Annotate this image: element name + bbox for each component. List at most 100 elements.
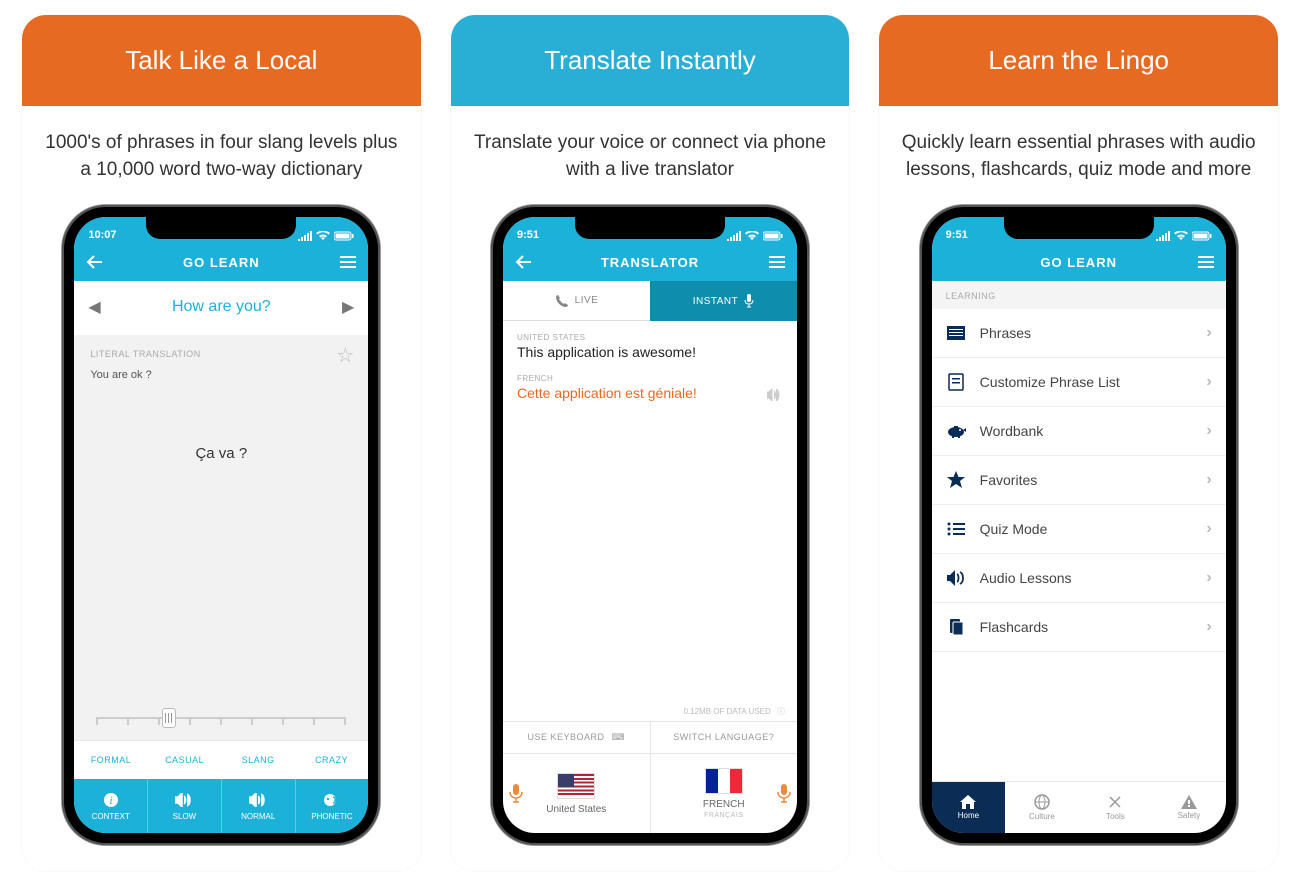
slang-tab-crazy[interactable]: CRAZY xyxy=(295,741,369,779)
slang-tab-slang[interactable]: SLANG xyxy=(221,741,295,779)
keyboard-icon: ⌨ xyxy=(612,732,626,742)
battery-icon xyxy=(1192,231,1212,241)
card-title: Translate Instantly xyxy=(451,15,850,106)
menu-icon[interactable] xyxy=(1198,256,1214,268)
next-phrase-icon[interactable]: ▶ xyxy=(338,297,358,317)
menu-favorites[interactable]: Favorites › xyxy=(932,456,1226,505)
star-icon xyxy=(946,471,966,489)
use-keyboard-button[interactable]: USE KEYBOARD ⌨ xyxy=(503,722,651,753)
piggybank-icon xyxy=(946,423,966,439)
current-phrase: How are you? xyxy=(172,298,271,316)
chevron-right-icon: › xyxy=(1206,471,1211,489)
menu-quiz[interactable]: Quiz Mode › xyxy=(932,505,1226,554)
source-lang-label: UNITED STATES xyxy=(517,333,783,342)
tab-home[interactable]: Home xyxy=(932,782,1006,833)
globe-icon xyxy=(1034,794,1050,810)
navbar-title: GO LEARN xyxy=(183,255,260,270)
warning-icon xyxy=(1181,795,1197,809)
status-time: 9:51 xyxy=(946,229,968,241)
battery-icon xyxy=(763,231,783,241)
normal-button[interactable]: NORMAL xyxy=(222,779,296,833)
lang-subname: FRANÇAIS xyxy=(704,812,743,819)
literal-text: You are ok ? xyxy=(90,369,352,381)
wifi-icon xyxy=(316,231,330,241)
info-icon[interactable]: ⓘ xyxy=(777,707,785,716)
play-audio-icon[interactable] xyxy=(767,389,781,401)
translator-tabs: LIVE INSTANT xyxy=(503,281,797,321)
tools-icon xyxy=(1107,794,1123,810)
target-text: Cette application est géniale! xyxy=(517,385,783,401)
mic-icon[interactable] xyxy=(509,784,523,804)
lang-us[interactable]: United States xyxy=(503,754,650,833)
translation-panel: ☆ LITERAL TRANSLATION You are ok ? Ça va… xyxy=(74,335,368,740)
menu-label: Favorites xyxy=(980,472,1193,488)
menu-icon[interactable] xyxy=(769,256,785,268)
phone-icon xyxy=(555,294,569,308)
literal-label: LITERAL TRANSLATION xyxy=(90,349,352,359)
phonetic-icon xyxy=(323,791,341,809)
menu-label: Phrases xyxy=(980,325,1193,341)
svg-text:i: i xyxy=(109,795,112,807)
quiz-icon xyxy=(946,522,966,536)
back-icon[interactable] xyxy=(86,255,102,269)
menu-label: Audio Lessons xyxy=(980,570,1193,586)
back-icon[interactable] xyxy=(515,255,531,269)
chevron-right-icon: › xyxy=(1206,422,1211,440)
promo-card-1: Talk Like a Local 1000's of phrases in f… xyxy=(22,15,421,871)
favorite-icon[interactable]: ☆ xyxy=(336,343,354,368)
lang-name: FRENCH xyxy=(703,799,745,810)
tab-culture[interactable]: Culture xyxy=(1005,782,1079,833)
audio-icon xyxy=(946,570,966,586)
navbar-title: TRANSLATOR xyxy=(601,255,699,270)
chevron-right-icon: › xyxy=(1206,569,1211,587)
tab-live[interactable]: LIVE xyxy=(503,281,650,321)
flashcard-icon xyxy=(946,618,966,636)
translated-phrase: Ça va ? xyxy=(90,445,352,462)
translation-body: UNITED STATES This application is awesom… xyxy=(503,321,797,702)
menu-label: Wordbank xyxy=(980,423,1193,439)
navbar-title: GO LEARN xyxy=(1040,255,1117,270)
tab-tools[interactable]: Tools xyxy=(1079,782,1153,833)
app-navbar: GO LEARN xyxy=(932,243,1226,281)
promo-card-2: Translate Instantly Translate your voice… xyxy=(451,15,850,871)
slang-tab-formal[interactable]: FORMAL xyxy=(74,741,148,779)
menu-customize[interactable]: Customize Phrase List › xyxy=(932,358,1226,407)
prev-phrase-icon[interactable]: ◀ xyxy=(84,297,104,317)
speed-slider[interactable] xyxy=(90,706,352,730)
flag-fr-icon xyxy=(705,768,743,794)
speaker-icon xyxy=(249,791,267,809)
app-navbar: GO LEARN xyxy=(74,243,368,281)
menu-audio[interactable]: Audio Lessons › xyxy=(932,554,1226,603)
lang-name: United States xyxy=(546,804,606,815)
status-time: 10:07 xyxy=(88,229,116,241)
context-button[interactable]: i CONTEXT xyxy=(74,779,148,833)
mic-icon[interactable] xyxy=(777,784,791,804)
menu-icon[interactable] xyxy=(340,256,356,268)
tab-safety[interactable]: Safety xyxy=(1152,782,1226,833)
flag-us-icon xyxy=(557,773,595,799)
signal-icon xyxy=(298,231,312,241)
wifi-icon xyxy=(745,231,759,241)
section-header: LEARNING xyxy=(932,281,1226,309)
phone-mockup: 9:51 TRANSLATOR LIVE xyxy=(491,205,809,845)
menu-phrases[interactable]: Phrases › xyxy=(932,309,1226,358)
menu-wordbank[interactable]: Wordbank › xyxy=(932,407,1226,456)
app-navbar: TRANSLATOR xyxy=(503,243,797,281)
card-subtitle: Translate your voice or connect via phon… xyxy=(451,106,850,205)
tab-instant[interactable]: INSTANT xyxy=(650,281,797,321)
learning-menu: Phrases › Customize Phrase List › Wordba… xyxy=(932,309,1226,781)
chevron-right-icon: › xyxy=(1206,373,1211,391)
phonetic-button[interactable]: PHONETIC xyxy=(296,779,369,833)
menu-label: Flashcards xyxy=(980,619,1193,635)
menu-flashcards[interactable]: Flashcards › xyxy=(932,603,1226,652)
speaker-slow-icon xyxy=(175,791,193,809)
language-selector-row: United States FRENCH FRANÇAIS xyxy=(503,753,797,833)
chevron-right-icon: › xyxy=(1206,324,1211,342)
menu-label: Quiz Mode xyxy=(980,521,1193,537)
slang-tab-casual[interactable]: CASUAL xyxy=(148,741,222,779)
info-icon: i xyxy=(102,791,120,809)
lang-fr[interactable]: FRENCH FRANÇAIS xyxy=(650,754,798,833)
switch-language-button[interactable]: SWITCH LANGUAGE? xyxy=(651,722,798,753)
slow-button[interactable]: SLOW xyxy=(148,779,222,833)
target-lang-label: FRENCH xyxy=(517,374,783,383)
